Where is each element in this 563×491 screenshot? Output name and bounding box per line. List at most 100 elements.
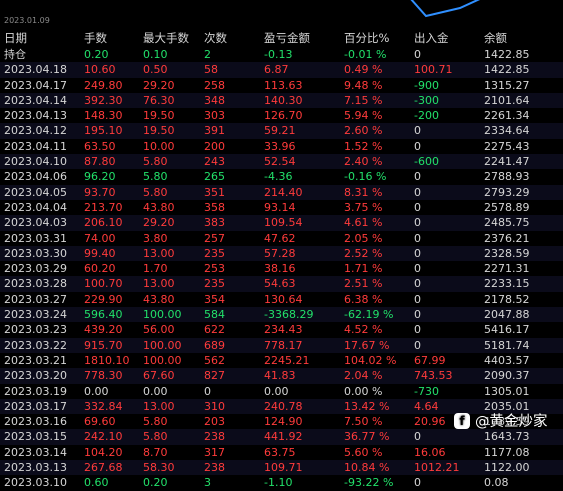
col-header-max-lots[interactable]: 最大手数 (143, 31, 189, 46)
cell-max-lots: 5.80 (143, 155, 168, 169)
cell-trades: 348 (204, 93, 225, 107)
cell-lots: 99.40 (84, 246, 116, 260)
cell-profit: 778.17 (264, 338, 303, 352)
cell-balance: 1122.00 (484, 461, 530, 475)
table-row[interactable]: 2023.03.24 596.40 100.00 584 -3368.29 -62.19 … (0, 307, 563, 323)
cell-date: 2023.04.10 (4, 155, 67, 169)
col-header-deposit[interactable]: 出入金 (414, 31, 449, 46)
cell-profit: 57.28 (264, 246, 296, 260)
cell-profit: 214.40 (264, 185, 303, 199)
cell-profit: 6.87 (264, 63, 289, 77)
table-row[interactable]: 2023.04.12 195.10 19.50 391 59.21 2.60 % 0 2334… (0, 123, 563, 139)
cell-date: 2023.03.14 (4, 445, 67, 459)
cell-balance: 2178.52 (484, 292, 530, 306)
cell-max-lots: 56.00 (143, 323, 175, 337)
cell-trades: 383 (204, 216, 225, 230)
col-header-date[interactable]: 日期 (4, 31, 27, 46)
table-row[interactable]: 2023.04.13 148.30 19.50 303 126.70 5.94 % -200… (0, 108, 563, 123)
table-row[interactable]: 持仓 0.20 0.10 2 -0.13 -0.01 % 0 1422.85 (0, 47, 563, 62)
cell-percent: 4.61 % (344, 216, 383, 230)
cell-percent: 104.02 % (344, 353, 397, 367)
cell-trades: 243 (204, 155, 225, 169)
cell-lots: 104.20 (84, 445, 123, 459)
table-row[interactable]: 2023.03.28 100.70 13.00 235 54.63 2.51 % 0 2233… (0, 276, 563, 292)
col-header-percent[interactable]: 百分比% (344, 31, 389, 46)
cell-trades: 235 (204, 246, 225, 260)
col-header-trades[interactable]: 次数 (204, 31, 227, 46)
cell-date: 2023.03.19 (4, 384, 67, 398)
table-row[interactable]: 2023.04.03 206.10 29.20 383 109.54 4.61 % 0 248… (0, 215, 563, 231)
table-row[interactable]: 2023.03.31 74.00 3.80 257 47.62 2.05 % 0 2376.2… (0, 231, 563, 246)
cell-deposit: -600 (414, 155, 439, 169)
cell-percent: 13.42 % (344, 399, 390, 413)
cell-balance: 2376.21 (484, 231, 530, 245)
cell-trades: 238 (204, 461, 225, 475)
table-row[interactable]: 2023.03.29 60.20 1.70 253 38.16 1.71 % 0 2271.3… (0, 261, 563, 276)
table-row[interactable]: 2023.03.19 0.00 0.00 0 0.00 0.00 % -730 1305.01 (0, 384, 563, 399)
cell-balance: 2271.31 (484, 262, 530, 276)
cell-deposit: 0 (414, 262, 421, 276)
table-row[interactable]: 2023.04.06 96.20 5.80 265 -4.36 -0.16 % 0 2788.… (0, 169, 563, 184)
col-header-lots[interactable]: 手数 (84, 31, 107, 46)
cell-balance: 1305.01 (484, 384, 530, 398)
cell-deposit: 0 (414, 292, 421, 306)
cell-balance: 1422.85 (484, 63, 530, 77)
cell-max-lots: 13.00 (143, 277, 175, 291)
cell-lots: 195.10 (84, 124, 123, 138)
table-row[interactable]: 2023.03.14 104.20 8.70 317 63.75 5.60 % 16.06 1… (0, 445, 563, 460)
cell-date: 2023.04.17 (4, 78, 67, 92)
table-row[interactable]: 2023.04.05 93.70 5.80 351 214.40 8.31 % 0 2793.… (0, 184, 563, 200)
cell-max-lots: 43.80 (143, 200, 175, 214)
cell-percent: 2.04 % (344, 369, 383, 383)
cell-deposit: 0 (414, 139, 421, 153)
cell-max-lots: 1.70 (143, 262, 168, 276)
table-row[interactable]: 2023.03.10 0.60 0.20 3 -1.10 -93.22 % 0 0.08 (0, 475, 563, 490)
table-row[interactable]: 2023.04.18 10.60 0.50 58 6.87 0.49 % 100.71 142… (0, 62, 563, 78)
cell-deposit: -300 (414, 93, 439, 107)
table-row[interactable]: 2023.04.10 87.80 5.80 243 52.54 2.40 % -600 224… (0, 154, 563, 170)
cell-balance: 5416.17 (484, 323, 530, 337)
cell-date: 2023.04.12 (4, 124, 67, 138)
table-row[interactable]: 2023.04.14 392.30 76.30 348 140.30 7.15 % -300… (0, 92, 563, 109)
cell-percent: 8.31 % (344, 185, 383, 199)
cell-lots: 0.00 (84, 384, 109, 398)
cell-deposit: 20.96 (414, 415, 446, 429)
cell-deposit: -200 (414, 109, 439, 123)
cell-date: 2023.03.10 (4, 476, 67, 490)
cell-deposit: 0 (414, 231, 421, 245)
cell-balance: 1422.85 (484, 48, 530, 61)
cell-deposit: 0 (414, 323, 421, 337)
table-row[interactable]: 2023.03.13 267.68 58.30 238 109.71 10.84 % 101… (0, 460, 563, 476)
cell-profit: 0.00 (264, 384, 289, 398)
table-row[interactable]: 2023.03.21 1810.10 100.00 562 2245.21 104.02 … (0, 353, 563, 368)
cell-lots: 93.70 (84, 185, 116, 199)
cell-max-lots: 67.60 (143, 369, 175, 383)
cell-balance: 2261.34 (484, 109, 530, 123)
cell-profit: -1.10 (264, 476, 293, 490)
table-row[interactable]: 2023.04.04 213.70 43.80 358 93.14 3.75 % 0 2578… (0, 200, 563, 215)
table-row[interactable]: 2023.03.30 99.40 13.00 235 57.28 2.52 % 0 2328.… (0, 245, 563, 262)
cell-balance: 2241.47 (484, 155, 530, 169)
cell-lots: 100.70 (84, 277, 123, 291)
table-row[interactable]: 2023.03.27 229.90 43.80 354 130.64 6.38 % 0 217… (0, 292, 563, 307)
col-header-balance[interactable]: 余额 (484, 31, 507, 46)
cell-trades: 622 (204, 323, 225, 337)
cell-deposit: 0 (414, 308, 421, 322)
cell-max-lots: 10.00 (143, 139, 175, 153)
cell-max-lots: 13.00 (143, 246, 175, 260)
cell-deposit: 67.99 (414, 353, 446, 367)
cell-trades: 200 (204, 139, 225, 153)
watermark-text: @黄金炒家 (475, 414, 548, 430)
cell-balance: 2334.64 (484, 124, 530, 138)
cell-balance: 1177.08 (484, 445, 530, 459)
cell-trades: 257 (204, 231, 225, 245)
cell-lots: 778.30 (84, 369, 123, 383)
table-row[interactable]: 2023.04.11 63.50 10.00 200 33.96 1.52 % 0 2275.… (0, 139, 563, 154)
table-row[interactable]: 2023.03.23 439.20 56.00 622 234.43 4.52 % 0 541… (0, 322, 563, 337)
chart-date-label: 2023.01.09 (4, 16, 50, 25)
table-row[interactable]: 2023.03.15 242.10 5.80 238 441.92 36.77 % 0 164… (0, 429, 563, 445)
table-row[interactable]: 2023.03.22 915.70 100.00 689 778.17 17.67 % 0 5… (0, 337, 563, 353)
table-row[interactable]: 2023.04.17 249.80 29.20 258 113.63 9.48 % -900… (0, 78, 563, 93)
table-row[interactable]: 2023.03.20 778.30 67.60 827 41.83 2.04 % 743.5… (0, 368, 563, 384)
col-header-profit[interactable]: 盈亏金额 (264, 31, 310, 46)
